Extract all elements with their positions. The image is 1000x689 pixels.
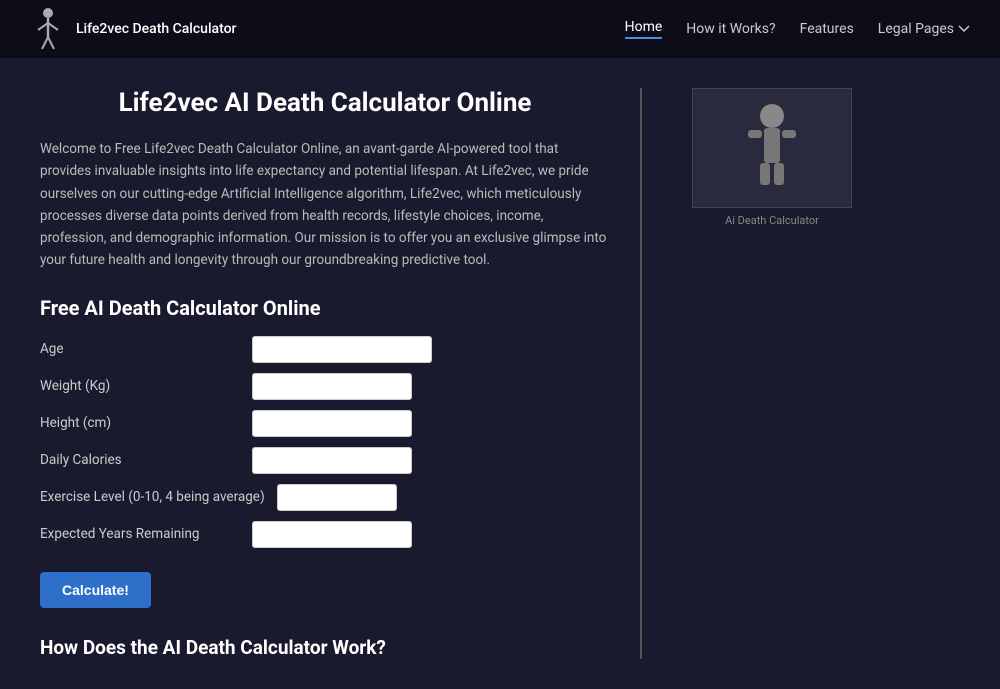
years-remaining-row: Expected Years Remaining — [40, 521, 610, 548]
calories-label: Daily Calories — [40, 452, 240, 468]
calculate-button[interactable]: Calculate! — [40, 572, 151, 608]
chevron-down-icon — [958, 25, 970, 33]
nav-features[interactable]: Features — [800, 21, 854, 37]
sidebar-right: Ai Death Calculator — [672, 88, 872, 659]
weight-row: Weight (Kg) — [40, 373, 610, 400]
vertical-divider — [640, 88, 642, 659]
bottom-section-title: How Does the AI Death Calculator Work? — [40, 636, 610, 659]
height-row: Height (cm) — [40, 410, 610, 437]
exercise-label: Exercise Level (0-10, 4 being average) — [40, 489, 265, 505]
age-label: Age — [40, 341, 240, 357]
weight-label: Weight (Kg) — [40, 378, 240, 394]
nav-how-it-works[interactable]: How it Works? — [686, 21, 775, 37]
years-remaining-input[interactable] — [252, 521, 412, 548]
nav-legal-pages[interactable]: Legal Pages — [878, 21, 970, 37]
calories-input[interactable] — [252, 447, 412, 474]
age-row: Age — [40, 336, 610, 363]
brand-text: Life2vec Death Calculator — [76, 21, 236, 37]
form-section-title: Free AI Death Calculator Online — [40, 296, 610, 320]
navbar: Life2vec Death Calculator Home How it Wo… — [0, 0, 1000, 58]
calories-row: Daily Calories — [40, 447, 610, 474]
exercise-row: Exercise Level (0-10, 4 being average) — [40, 484, 610, 511]
nav-home[interactable]: Home — [625, 19, 663, 39]
death-calculator-image — [732, 98, 812, 198]
exercise-input[interactable] — [277, 484, 397, 511]
height-label: Height (cm) — [40, 415, 240, 431]
page-title: Life2vec AI Death Calculator Online — [40, 88, 610, 118]
years-remaining-label: Expected Years Remaining — [40, 526, 240, 542]
height-input[interactable] — [252, 410, 412, 437]
nav-links: Home How it Works? Features Legal Pages — [625, 19, 970, 39]
sidebar-image — [692, 88, 852, 208]
content-left: Life2vec AI Death Calculator Online Welc… — [40, 88, 610, 659]
sidebar-image-label: Ai Death Calculator — [725, 214, 819, 227]
age-input[interactable] — [252, 336, 432, 363]
description-text: Welcome to Free Life2vec Death Calculato… — [40, 138, 610, 272]
main-content: Life2vec AI Death Calculator Online Welc… — [0, 58, 1000, 689]
weight-input[interactable] — [252, 373, 412, 400]
brand-logo-icon — [30, 5, 66, 53]
brand[interactable]: Life2vec Death Calculator — [30, 5, 236, 53]
